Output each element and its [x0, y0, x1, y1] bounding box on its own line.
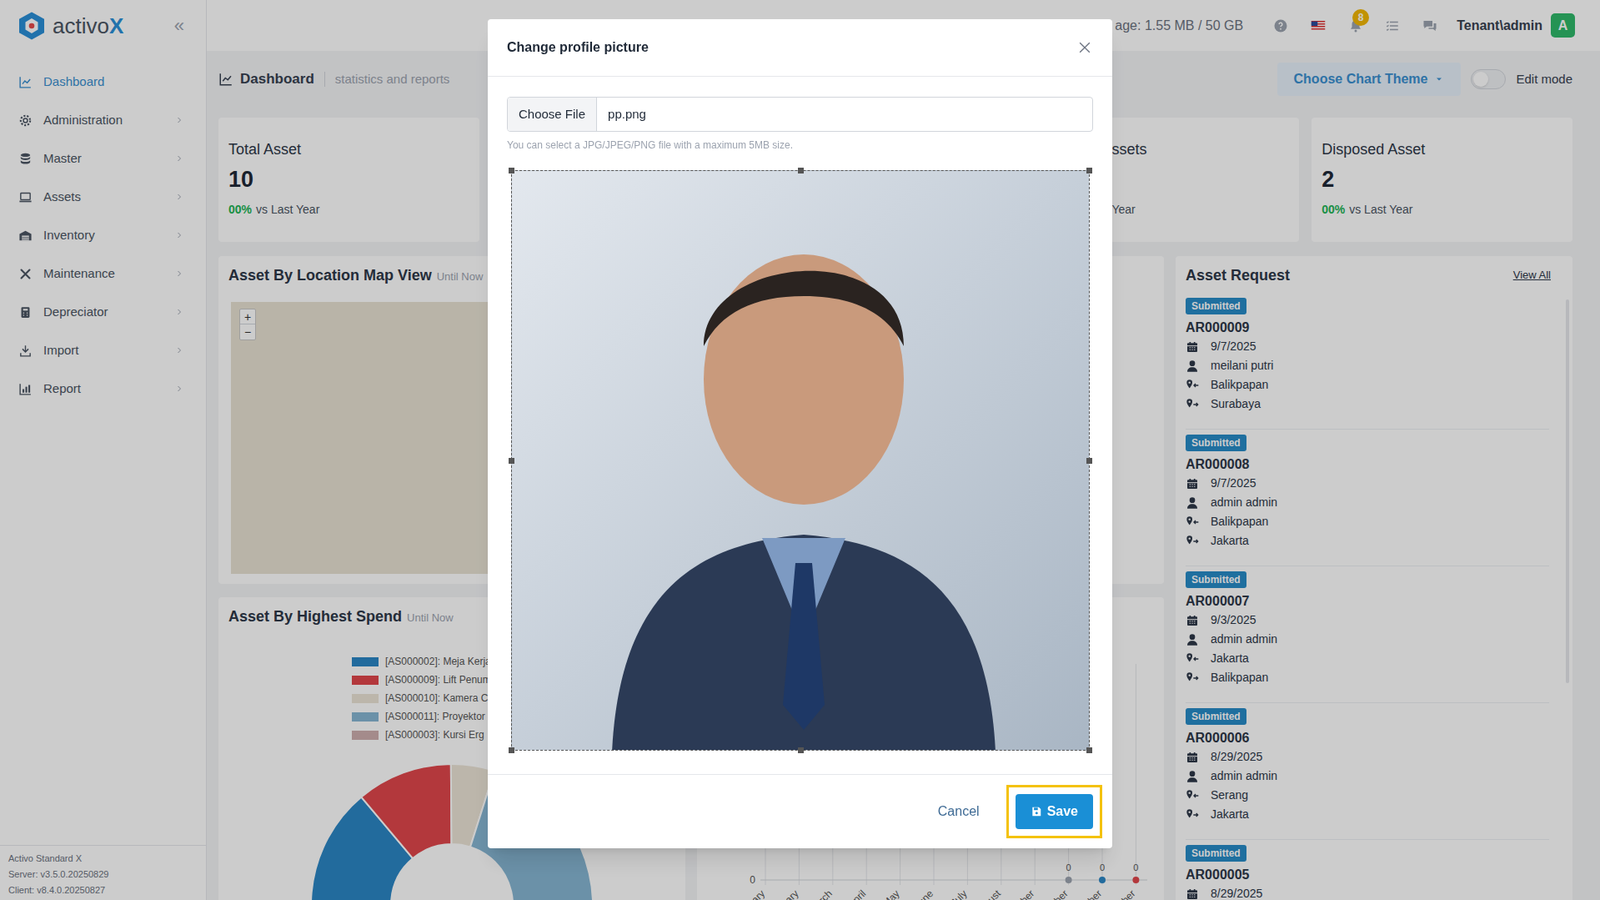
- close-button[interactable]: [1076, 39, 1094, 56]
- file-name: pp.png: [596, 97, 658, 131]
- save-button[interactable]: Save: [1015, 793, 1094, 829]
- profile-photo-image: [511, 170, 1089, 750]
- profile-photo: [511, 170, 1089, 750]
- modal-title: Change profile picture: [506, 37, 649, 58]
- crop-handle[interactable]: [797, 167, 804, 174]
- crop-handle[interactable]: [508, 457, 515, 464]
- save-label: Save: [1047, 801, 1079, 822]
- crop-area[interactable]: [511, 170, 1090, 751]
- crop-handle[interactable]: [1086, 457, 1093, 464]
- file-hint: You can select a JPG/JPEG/PNG file with …: [506, 138, 1094, 152]
- close-x-icon: [1076, 39, 1094, 56]
- modal-body: Choose Filepp.png You can select a JPG/JP…: [487, 76, 1113, 774]
- modal-header: Change profile picture: [487, 19, 1113, 77]
- profile-picture-modal: Change profile picture Choose Filepp.png Y…: [487, 19, 1113, 848]
- crop-handle[interactable]: [508, 747, 515, 753]
- choose-file-button[interactable]: Choose File: [507, 97, 597, 131]
- crop-handle[interactable]: [508, 167, 515, 174]
- crop-handle[interactable]: [1086, 747, 1093, 753]
- crop-handle[interactable]: [797, 747, 804, 753]
- file-input[interactable]: Choose Filepp.png: [506, 96, 1094, 132]
- close-x-icon: [1076, 39, 1094, 56]
- floppy-disk-icon: [1030, 805, 1043, 818]
- modal-footer: Cancel Save: [487, 773, 1113, 848]
- floppy-disk-icon: [1030, 805, 1043, 818]
- crop-handle[interactable]: [1086, 167, 1093, 174]
- cancel-button[interactable]: Cancel: [929, 794, 989, 828]
- save-highlight: Save: [1006, 784, 1103, 838]
